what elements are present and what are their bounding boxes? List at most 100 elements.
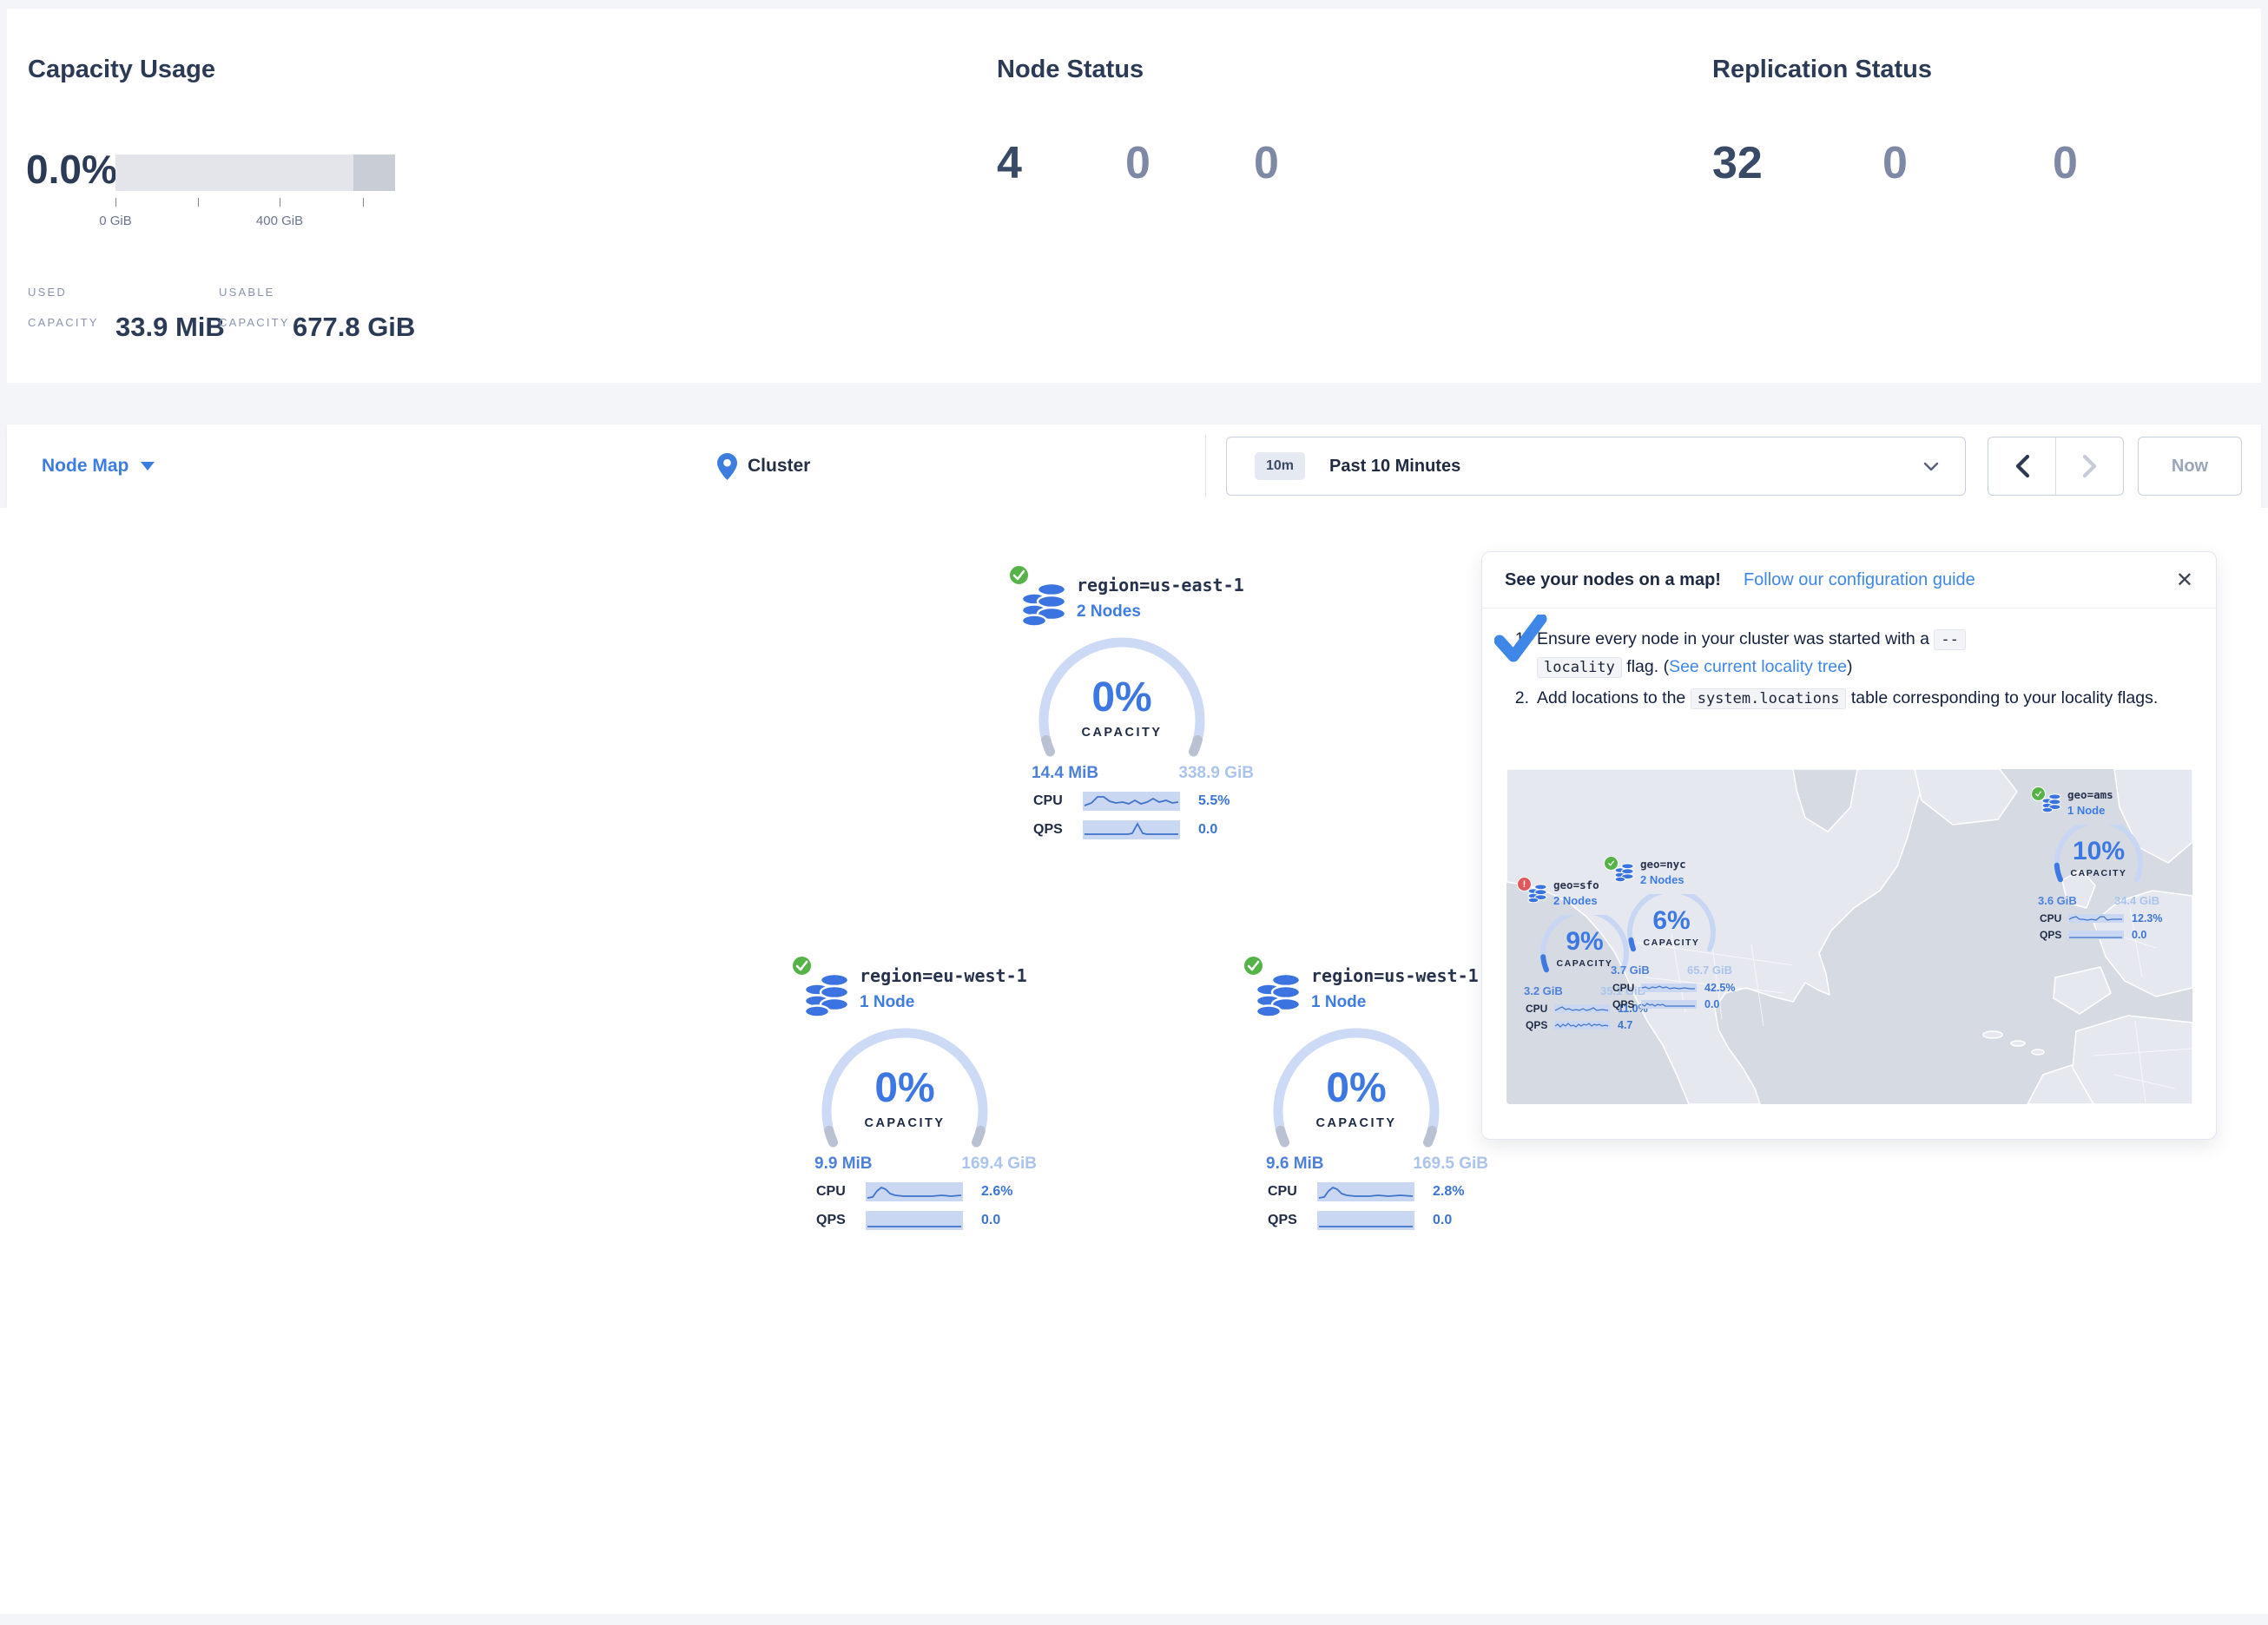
capacity-label: CAPACITY [1269,1116,1443,1130]
step-complete-check-icon [1494,615,1548,665]
qps-value: 0.0 [1704,998,1719,1010]
database-stack-icon [1256,972,1302,1017]
popup-title: See your nodes on a map! [1505,570,1721,590]
configuration-guide-link[interactable]: Follow our configuration guide [1744,570,1975,590]
healthy-check-badge-icon [1604,856,1619,871]
time-step-forward-button[interactable] [2056,438,2123,495]
total-capacity: 338.9 GiB [1178,764,1254,783]
locality-tree-link[interactable]: See current locality tree [1669,657,1847,676]
dashboard-toolbar: Node Map Cluster 10m Past 10 Minutes Now [7,424,2261,509]
popup-instructions: 1. Ensure every node in your cluster was… [1482,609,2216,713]
chevron-left-icon [2014,454,2030,478]
capacity-gauge: 0% CAPACITY [1269,1028,1443,1151]
region-nodes-link[interactable]: 1 Node [860,993,914,1012]
capacity-gauge: 0% CAPACITY [1035,637,1209,760]
code-chip: -- [1934,629,1965,650]
node-count-link[interactable]: 1 Node [2067,804,2105,817]
region-card-us-west-1[interactable]: region=us-west-1 1 Node 0% CAPACITY 9.6 … [1233,955,1504,1231]
used-capacity: 3.2 GiB [1524,984,1563,997]
map-node-geo-ams[interactable]: geo=ams 1 Node 10% CAPACITY 3.6 GiB 34.4… [2026,783,2165,940]
axis-tick-label: 0 GiB [76,214,155,228]
node-locality-label: geo=sfo [1553,878,1599,891]
qps-value: 0.0 [1433,1213,1452,1228]
map-node-geo-nyc[interactable]: geo=nyc 2 Nodes 6% CAPACITY 3.7 GiB 65.7… [1599,852,1737,1010]
region-locality-label: region=us-west-1 [1311,965,1479,986]
region-card-us-east-1[interactable]: region=us-east-1 2 Nodes 0% CAPACITY 14.… [999,564,1269,840]
capacity-gauge: 6% CAPACITY [1621,894,1722,955]
capacity-percent: 0% [1269,1064,1443,1112]
qps-value: 4.7 [1618,1019,1632,1031]
region-nodes-link[interactable]: 2 Nodes [1077,602,1141,622]
capacity-label: CAPACITY [1621,938,1722,948]
capacity-bar-reserved-segment [353,155,395,191]
capacity-label: CAPACITY [1035,726,1209,740]
code-chip: locality [1537,657,1622,678]
node-count-link[interactable]: 2 Nodes [1640,873,1685,886]
replication-status-title: Replication Status [1712,56,1932,84]
qps-value: 0.0 [981,1213,1000,1228]
capacity-usage-bar [115,155,395,191]
cpu-label: CPU [1526,1003,1554,1015]
cpu-sparkline [1317,1182,1414,1201]
node-status-title: Node Status [997,56,1144,84]
map-pin-icon [717,453,737,480]
cluster-summary-panel: Capacity Usage 0.0% 0 GiB 400 GiB USED C… [7,9,2261,383]
axis-tick [198,198,199,207]
used-capacity: 9.9 MiB [814,1155,873,1174]
capacity-usage-percent: 0.0% [26,146,117,193]
qps-sparkline [1317,1211,1414,1230]
qps-sparkline [1083,820,1180,839]
cpu-value: 2.6% [981,1184,1012,1200]
toolbar-divider [1205,435,1206,497]
cpu-label: CPU [1612,982,1641,994]
cpu-sparkline [866,1182,963,1201]
region-nodes-link[interactable]: 1 Node [1311,993,1366,1012]
node-locality-label: geo=nyc [1640,858,1686,871]
example-world-map: ! geo=sfo 2 Nodes 9% CAPACITY 3.2 GiB 35… [1507,769,2192,1104]
capacity-gauge: 10% CAPACITY [2048,825,2149,885]
axis-tick-label: 400 GiB [241,214,319,228]
capacity-label: CAPACITY [818,1116,992,1130]
node-locality-label: geo=ams [2067,788,2113,801]
qps-sparkline [866,1211,963,1230]
database-stack-icon [804,972,851,1017]
close-icon[interactable]: ✕ [2176,568,2193,593]
total-capacity: 65.7 GiB [1687,964,1732,977]
region-locality-label: region=eu-west-1 [860,965,1027,986]
used-capacity: 3.7 GiB [1611,964,1650,977]
cpu-sparkline [2068,914,2124,923]
time-range-selector[interactable]: 10m Past 10 Minutes [1226,437,1966,496]
now-button[interactable]: Now [2138,437,2242,496]
warning-badge-icon: ! [1517,877,1532,891]
used-capacity-label: USED CAPACITY [28,277,99,338]
used-capacity: 9.6 MiB [1266,1155,1324,1174]
breadcrumb[interactable]: Cluster [717,424,810,508]
breadcrumb-cluster-label: Cluster [748,456,810,477]
time-step-back-button[interactable] [1988,438,2056,495]
time-range-label: Past 10 Minutes [1329,457,1460,477]
qps-label: QPS [1526,1019,1554,1031]
cpu-value: 42.5% [1704,982,1735,994]
qps-label: QPS [1033,822,1083,838]
used-capacity: 3.6 GiB [2038,894,2077,907]
region-card-eu-west-1[interactable]: region=eu-west-1 1 Node 0% CAPACITY 9.9 … [781,955,1052,1231]
qps-label: QPS [816,1213,866,1228]
node-count-link[interactable]: 2 Nodes [1553,894,1598,907]
capacity-usage-title: Capacity Usage [28,56,215,84]
view-selector-dropdown[interactable]: Node Map [42,424,155,508]
used-capacity-value: 33.9 MiB [115,312,225,343]
chevron-down-icon [1923,462,1939,471]
chevron-down-icon [141,462,155,470]
node-map-config-popup: See your nodes on a map! Follow our conf… [1481,551,2217,1140]
cpu-sparkline [1083,792,1180,811]
chevron-right-icon [2082,454,2098,478]
capacity-percent: 10% [2048,837,2149,866]
capacity-percent: 6% [1621,906,1722,936]
axis-tick [115,198,116,207]
capacity-gauge: 0% CAPACITY [818,1028,992,1151]
total-capacity: 169.4 GiB [961,1155,1037,1174]
capacity-percent: 0% [818,1064,992,1112]
qps-sparkline [1554,1021,1610,1030]
healthy-check-badge-icon [1008,564,1030,586]
cpu-sparkline [1641,984,1697,992]
